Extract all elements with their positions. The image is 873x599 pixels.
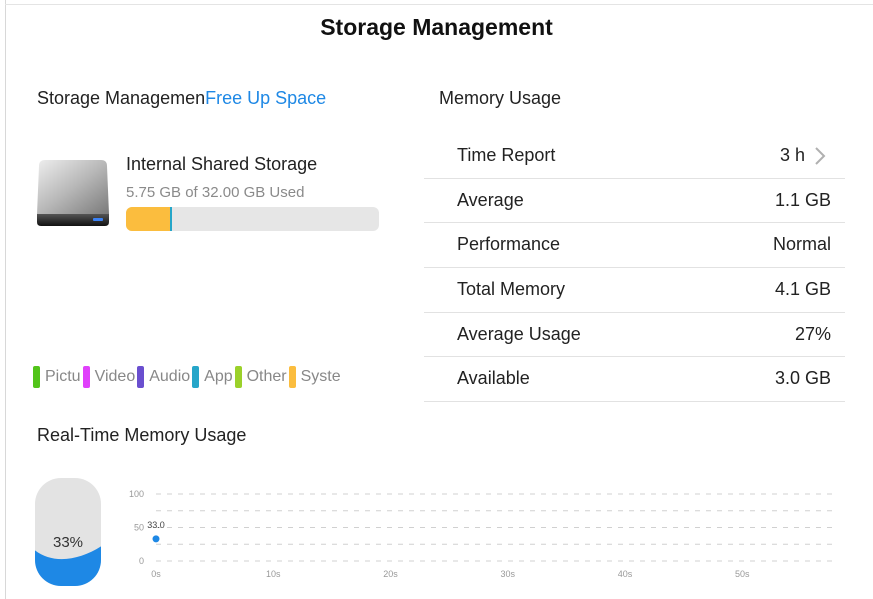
legend-item: Pictu: [33, 366, 83, 388]
chart-x-tick-label: 10s: [266, 569, 281, 579]
memory-usage-header: Memory Usage: [439, 88, 562, 108]
memory-table: Time Report 3 h Average 1.1 GB Performan…: [424, 134, 845, 403]
legend-label: Video: [94, 368, 136, 385]
chart-x-tick-label: 0s: [151, 569, 161, 579]
total-memory-value: 4.1 GB: [774, 279, 831, 300]
time-report-label: Time Report: [457, 145, 556, 165]
chart-point-label: 33.0: [147, 520, 165, 530]
average-label: Average: [457, 189, 524, 210]
free-up-space-link[interactable]: Free Up Space: [205, 88, 326, 108]
time-report-value: 3 h: [779, 145, 805, 165]
window-top-border: [5, 4, 873, 5]
chart-point: [151, 534, 161, 544]
legend-item: App: [192, 366, 234, 388]
legend-swatch: [288, 366, 296, 388]
chart-x-tick-label: 20s: [383, 569, 398, 579]
total-memory-label: Total Memory: [457, 279, 566, 300]
storage-header: Storage ManagemenFree Up Space: [37, 88, 326, 109]
storage-drive-icon: [37, 156, 109, 228]
legend-swatch: [234, 366, 242, 388]
chart-y-tick-label: 100: [129, 489, 144, 499]
legend-label: Syste: [300, 368, 341, 385]
legend-label: Pictu: [45, 368, 81, 385]
window-left-border: [5, 0, 6, 599]
chart-x-tick-label: 30s: [500, 569, 515, 579]
legend-label: Audio: [149, 368, 191, 385]
performance-row: Performance Normal: [424, 223, 845, 269]
average-usage-row: Average Usage 27%: [424, 313, 845, 358]
legend-label: App: [204, 368, 233, 385]
legend-swatch: [137, 366, 145, 388]
storage-header-label: Storage Managemen: [37, 88, 206, 108]
storage-usage-bar: [126, 207, 379, 231]
chevron-right-icon: [811, 145, 829, 167]
page-title: Storage Management: [320, 14, 553, 40]
chart-y-tick-label: 50: [134, 523, 144, 533]
legend-label: Other: [246, 368, 287, 385]
storage-bar-segment: [170, 207, 172, 231]
realtime-memory-header: Real-Time Memory Usage: [37, 425, 247, 445]
realtime-memory-chart: 100 50 0 0s 10s 20s 30s 40s 50s 33.0: [129, 489, 836, 579]
device-usage-text: 5.75 GB of 32.00 GB Used: [126, 184, 305, 201]
legend-swatch: [192, 366, 200, 388]
device-name: Internal Shared Storage: [126, 154, 318, 174]
legend-item: Other: [234, 366, 289, 388]
chart-x-tick-label: 50s: [735, 569, 750, 579]
legend-swatch: [82, 366, 90, 388]
total-memory-row: Total Memory 4.1 GB: [424, 268, 845, 313]
storage-bar-segment: [126, 207, 171, 231]
memory-gauge-label: 33%: [52, 534, 84, 551]
available-label: Available: [457, 368, 530, 389]
average-usage-value: 27%: [794, 323, 831, 344]
available-row: Available 3.0 GB: [424, 357, 845, 403]
chart-y-tick-label: 0: [139, 556, 144, 566]
performance-label: Performance: [457, 234, 561, 255]
memory-gauge-fill: [35, 546, 101, 586]
legend-item: Video: [82, 366, 138, 388]
average-row: Average 1.1 GB: [424, 179, 845, 224]
time-report-row[interactable]: Time Report 3 h: [424, 134, 845, 179]
legend-item: Audio: [137, 366, 192, 388]
storage-legend: Pictu Video Audio App Other Syste: [33, 366, 341, 388]
legend-swatch: [33, 366, 40, 388]
performance-value: Normal: [772, 234, 831, 255]
average-value: 1.1 GB: [774, 189, 831, 210]
available-value: 3.0 GB: [774, 368, 831, 389]
average-usage-label: Average Usage: [457, 323, 581, 344]
legend-item: Syste: [288, 366, 341, 388]
chart-x-tick-label: 40s: [618, 569, 633, 579]
memory-gauge: 33%: [35, 478, 101, 586]
